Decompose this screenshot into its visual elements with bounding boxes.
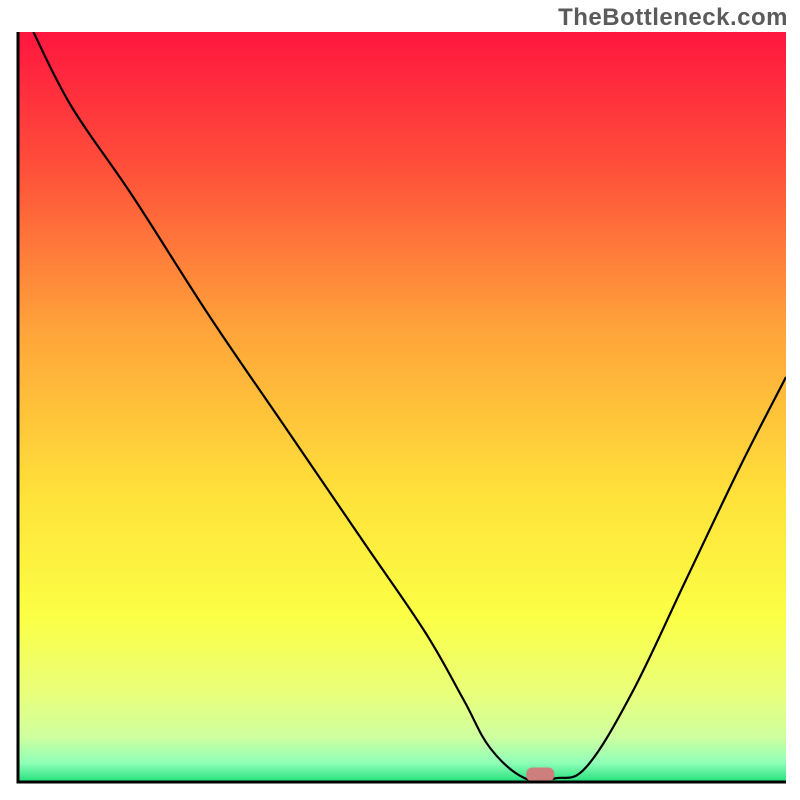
chart-container: TheBottleneck.com <box>0 0 800 800</box>
gradient-background <box>18 32 786 782</box>
optimal-marker <box>526 768 554 782</box>
bottleneck-chart <box>0 0 800 800</box>
